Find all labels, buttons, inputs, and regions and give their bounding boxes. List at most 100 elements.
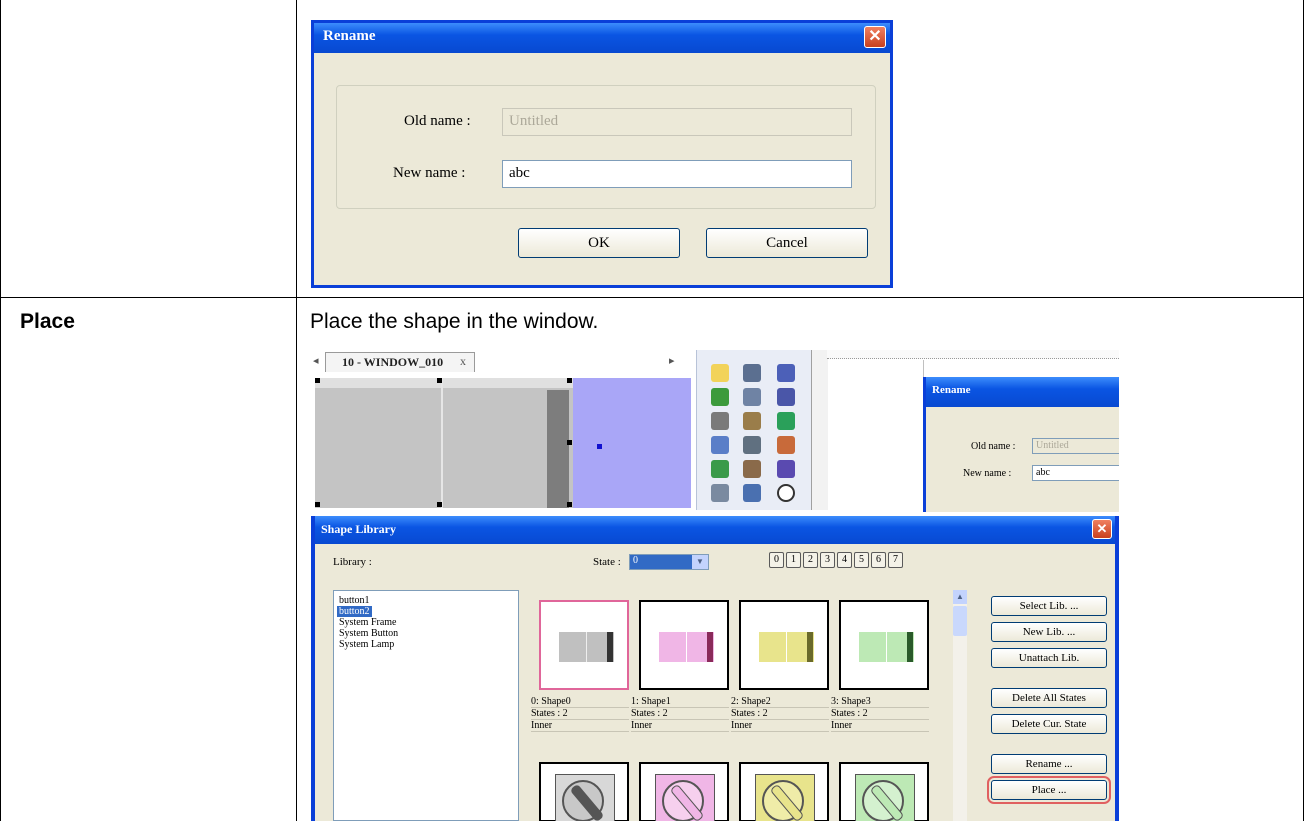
shape-preview-half [659, 632, 686, 662]
shape-states: States : 2 [531, 708, 629, 720]
close-icon[interactable]: ✕ [1092, 519, 1112, 539]
selection-handle[interactable] [567, 440, 572, 445]
new-name-field[interactable]: abc [502, 160, 852, 188]
switch-icon[interactable] [711, 388, 729, 406]
rename-button[interactable]: Rename ... [991, 754, 1107, 774]
bulb-icon[interactable] [711, 364, 729, 382]
monitor-icon[interactable] [777, 364, 795, 382]
selection-handle[interactable] [315, 378, 320, 383]
place-button[interactable]: Place ... [987, 776, 1111, 804]
rename-titlebar[interactable]: Rename ✕ [314, 23, 890, 53]
knob-dial [862, 780, 905, 821]
state-button-1[interactable]: 1 [786, 552, 801, 568]
shape-thumbnail[interactable] [839, 600, 929, 690]
selection-handle[interactable] [437, 502, 442, 507]
knob-pointer [669, 783, 705, 821]
shape-grid-scrollbar[interactable]: ▲ [953, 590, 967, 821]
knob-dial [562, 780, 605, 821]
row-description: Place the shape in the window. [310, 310, 599, 333]
chevron-down-icon[interactable]: ▼ [692, 555, 708, 569]
table-icon[interactable] [743, 364, 761, 382]
state-button-6[interactable]: 6 [871, 552, 886, 568]
canvas-area [831, 360, 924, 510]
workspace-tabbar: ◂ 10 - WINDOW_010 x ▸ [311, 350, 691, 374]
list-icon[interactable] [743, 436, 761, 454]
state-button-2[interactable]: 2 [803, 552, 818, 568]
grid-icon[interactable] [743, 388, 761, 406]
chart-icon[interactable] [711, 412, 729, 430]
library-item[interactable]: button1 [337, 595, 372, 606]
table-border-left [0, 0, 1, 821]
library-item[interactable]: System Frame [337, 617, 399, 628]
scroll-right-icon[interactable]: ▸ [669, 354, 675, 367]
knob-thumbnail[interactable] [739, 762, 829, 821]
library-item-selected[interactable]: button2 [337, 606, 372, 617]
shape-grid: 0: Shape0 States : 2 Inner 1: Shape1 Sta… [531, 590, 967, 821]
knob-thumbnail[interactable] [839, 762, 929, 821]
calendar-icon[interactable] [743, 484, 761, 502]
shape-library-dialog: Shape Library ✕ Library : button1 button… [311, 516, 1119, 821]
library-label: Library : [333, 556, 372, 568]
state-button-7[interactable]: 7 [888, 552, 903, 568]
state-button-5[interactable]: 5 [854, 552, 869, 568]
select-lib-button[interactable]: Select Lib. ... [991, 596, 1107, 616]
state-label: State : [593, 556, 621, 568]
selection-handle[interactable] [437, 378, 442, 383]
keyboard-icon[interactable] [711, 484, 729, 502]
new-name-label: New name : [393, 165, 466, 181]
old-name-label: Old name : [404, 113, 471, 129]
placed-shape-divider [441, 378, 443, 508]
knob-face [655, 774, 715, 821]
vertical-ruler [811, 350, 828, 510]
old-name-preview-label: Old name : [971, 441, 1016, 452]
numeric-icon[interactable] [711, 436, 729, 454]
shape-thumbnail[interactable] [539, 600, 629, 690]
old-name-field: Untitled [502, 108, 852, 136]
display-icon[interactable] [777, 388, 795, 406]
knob-thumbnail[interactable] [539, 762, 629, 821]
new-lib-button[interactable]: New Lib. ... [991, 622, 1107, 642]
shape-library-titlebar[interactable]: Shape Library ✕ [315, 516, 1115, 544]
state-button-3[interactable]: 3 [820, 552, 835, 568]
tag-icon[interactable] [711, 460, 729, 478]
tab-close-icon[interactable]: x [460, 354, 466, 369]
knob-thumbnail[interactable] [639, 762, 729, 821]
knob-pointer [869, 783, 905, 821]
selection-handle[interactable] [567, 502, 572, 507]
horizontal-ruler [827, 350, 1119, 359]
scrollbar-thumb[interactable] [953, 606, 967, 636]
shape-preview-shadow [807, 632, 813, 662]
clock-icon[interactable] [777, 484, 795, 502]
selection-handle[interactable] [567, 378, 572, 383]
shape-type: Inner [631, 720, 729, 732]
selection-handle[interactable] [315, 502, 320, 507]
delete-cur-state-button[interactable]: Delete Cur. State [991, 714, 1107, 734]
unattach-lib-button[interactable]: Unattach Lib. [991, 648, 1107, 668]
library-item[interactable]: System Lamp [337, 639, 396, 650]
shape-states: States : 2 [631, 708, 729, 720]
placed-shape[interactable] [315, 378, 573, 508]
knob-face [855, 774, 915, 821]
scroll-left-icon[interactable]: ◂ [313, 354, 319, 367]
library-list[interactable]: button1 button2 System Frame System Butt… [333, 590, 519, 821]
palette-icon[interactable] [777, 436, 795, 454]
shape-thumbnail[interactable] [739, 600, 829, 690]
chevron-up-icon[interactable]: ▲ [953, 590, 967, 604]
window-canvas[interactable] [573, 378, 691, 508]
tab-window-010[interactable]: 10 - WINDOW_010 x [325, 352, 475, 372]
delete-all-states-button[interactable]: Delete All States [991, 688, 1107, 708]
library-item[interactable]: System Button [337, 628, 400, 639]
cancel-button[interactable]: Cancel [706, 228, 868, 258]
ok-button[interactable]: OK [518, 228, 680, 258]
bar-chart-icon[interactable] [777, 460, 795, 478]
row-label-place: Place [20, 310, 75, 333]
gauge-icon[interactable] [743, 412, 761, 430]
shape-type: Inner [731, 720, 829, 732]
diamond-icon[interactable] [777, 412, 795, 430]
state-select[interactable]: 0 ▼ [629, 554, 709, 570]
close-icon[interactable]: ✕ [864, 26, 886, 48]
home-icon[interactable] [743, 460, 761, 478]
shape-thumbnail[interactable] [639, 600, 729, 690]
state-button-0[interactable]: 0 [769, 552, 784, 568]
state-button-4[interactable]: 4 [837, 552, 852, 568]
